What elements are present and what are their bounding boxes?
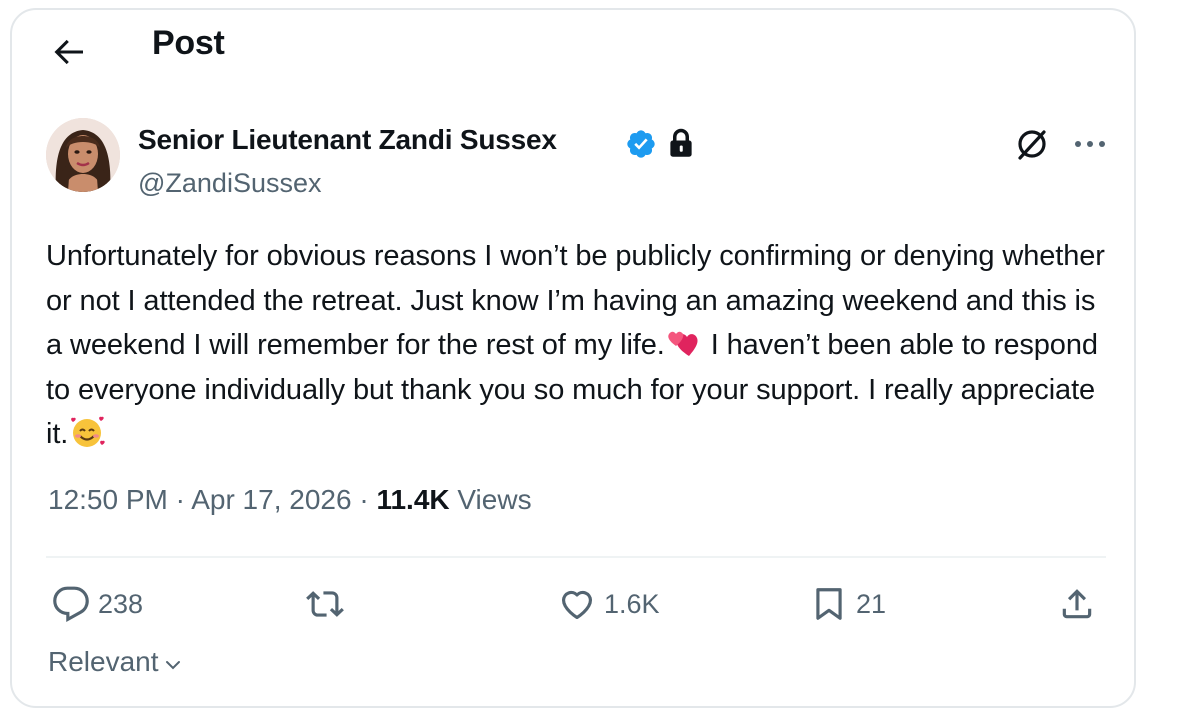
reply-count: 238: [98, 588, 144, 619]
divider: [46, 556, 1106, 558]
page-title: Post: [152, 24, 225, 62]
two-hearts-emoji: [667, 331, 698, 356]
bookmark-icon: [816, 588, 842, 620]
verified-badge-icon[interactable]: [625, 128, 657, 160]
tweet-meta: 12:50 PM · Apr 17, 2026 · 11.4K Views: [48, 484, 532, 516]
meta-separator: ·: [351, 484, 377, 515]
lock-icon: [670, 128, 692, 157]
avatar[interactable]: [46, 118, 120, 192]
chevron-down-icon: [165, 661, 180, 670]
post-time[interactable]: 12:50 PM: [48, 484, 168, 515]
bookmark-count: 21: [856, 588, 887, 619]
reply-sort-dropdown[interactable]: Relevant: [48, 646, 183, 678]
post-date[interactable]: Apr 17, 2026: [191, 484, 351, 515]
tweet-text: Unfortunately for obvious reasons I won’…: [46, 234, 1106, 457]
like-button[interactable]: 1.6K: [558, 582, 660, 626]
more-options-icon[interactable]: [1070, 126, 1110, 162]
header: Post: [12, 10, 1134, 82]
views-label: Views: [449, 484, 532, 515]
share-icon: [1062, 589, 1092, 619]
reply-icon: [53, 586, 89, 623]
author-handle[interactable]: @ZandiSussex: [138, 168, 322, 199]
share-button[interactable]: [1058, 582, 1104, 626]
sort-label: Relevant: [48, 646, 159, 677]
like-count: 1.6K: [604, 588, 660, 619]
smiling-face-with-hearts-emoji: [71, 416, 105, 447]
author-name[interactable]: Senior Lieutenant Zandi Sussex: [138, 124, 557, 156]
reply-button[interactable]: 238: [52, 582, 143, 626]
heart-icon: [561, 590, 593, 620]
views-count[interactable]: 11.4K: [376, 484, 449, 515]
grok-icon[interactable]: [1012, 124, 1052, 164]
meta-separator: ·: [167, 484, 192, 515]
bookmark-button[interactable]: 21: [810, 582, 886, 626]
arrow-left-icon[interactable]: [48, 32, 88, 72]
repost-icon: [306, 591, 344, 617]
repost-button[interactable]: [306, 582, 352, 626]
post-card: Post Senior Lieutenant Zandi Sussex @Zan…: [10, 8, 1136, 708]
